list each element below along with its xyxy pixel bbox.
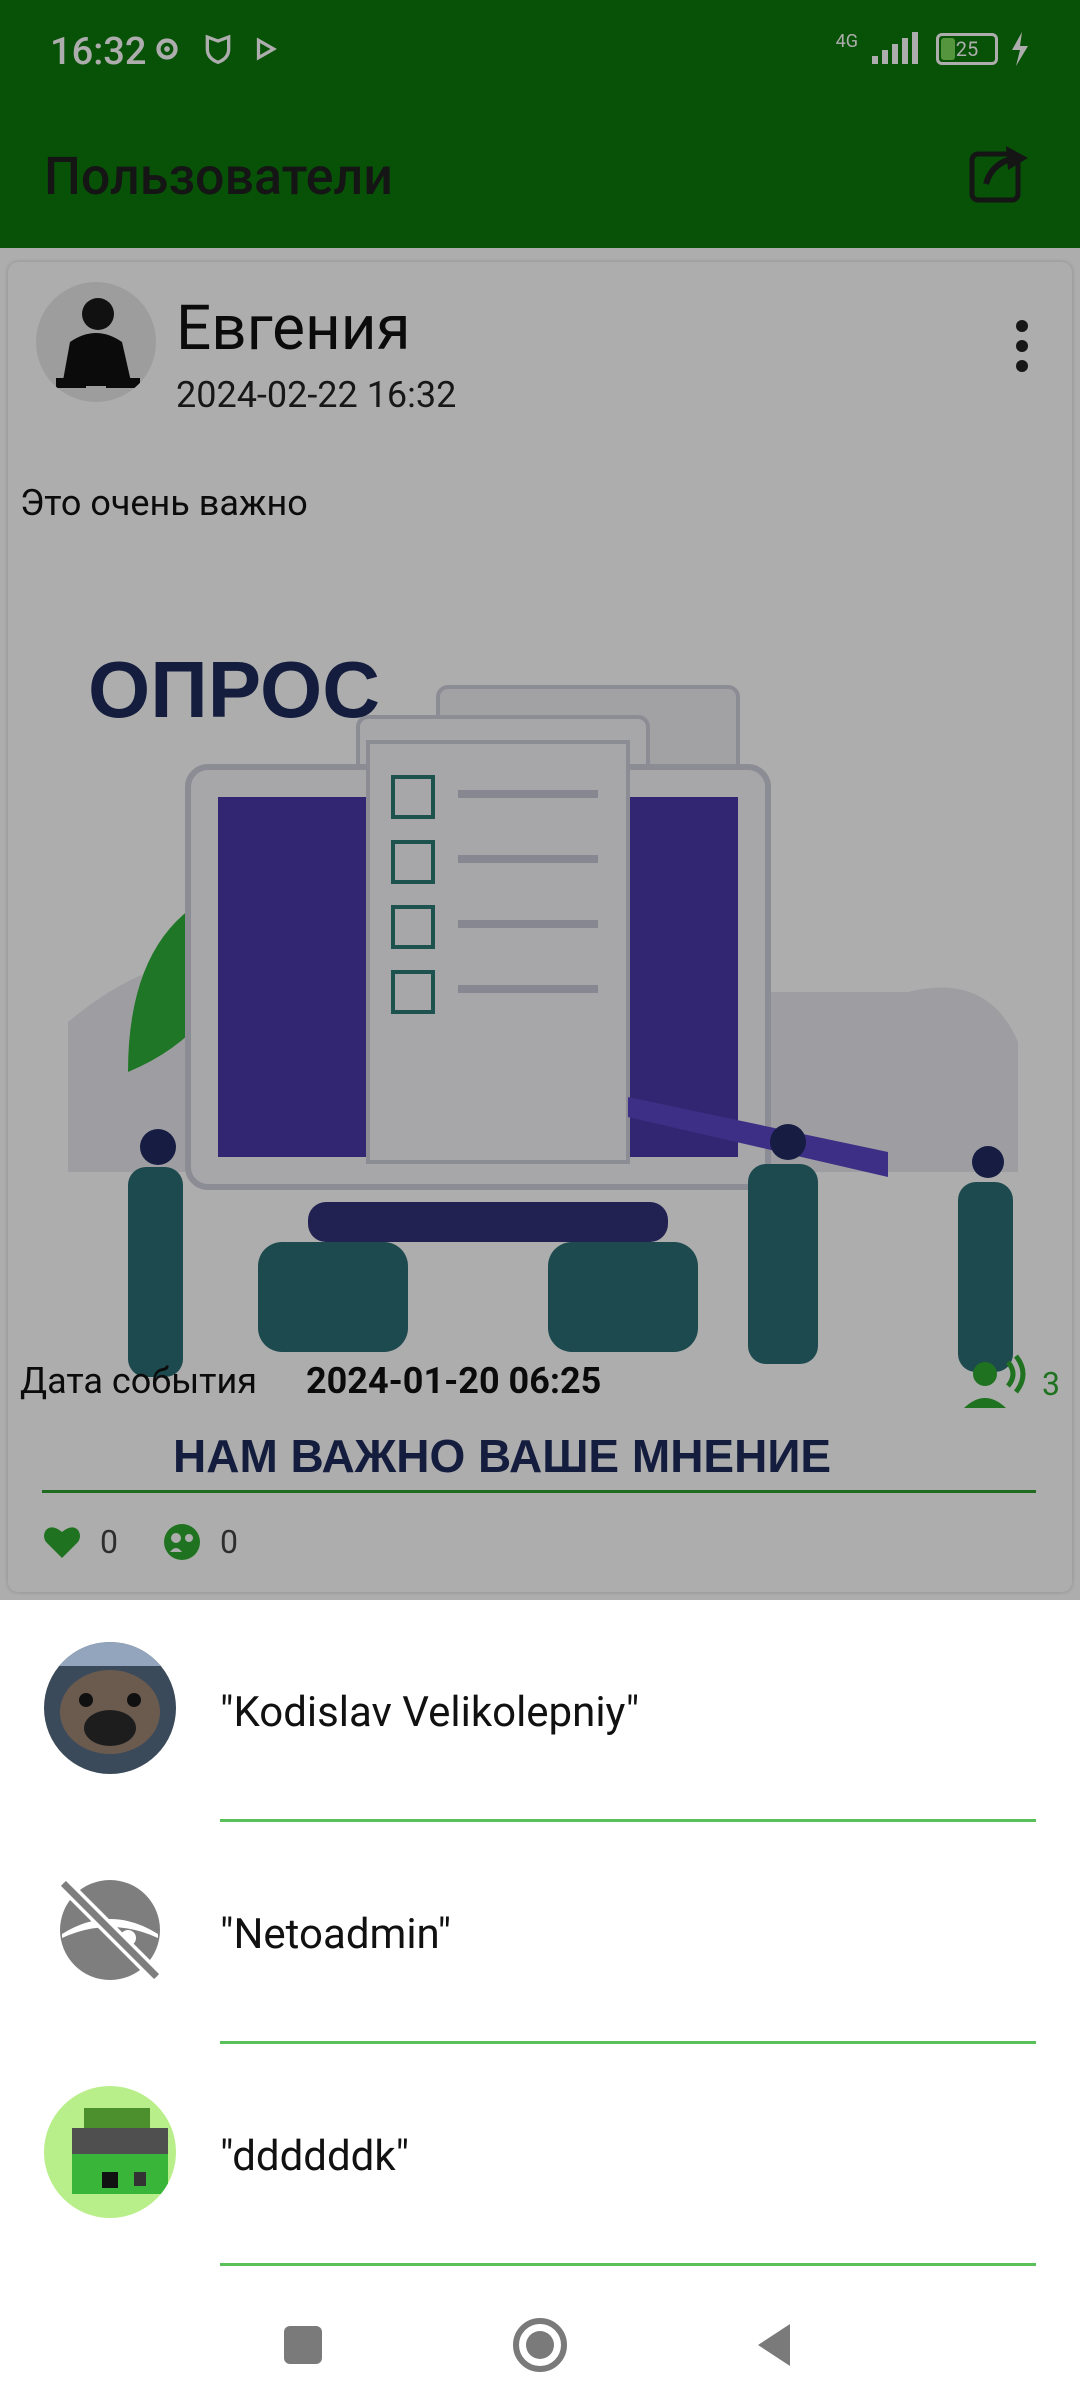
users-bottom-sheet: "Kodislav Velikolepniy" "Netoadmin" "ddd… (0, 1600, 1080, 2400)
back-icon[interactable] (740, 2310, 810, 2380)
recent-apps-icon[interactable] (268, 2310, 338, 2380)
scrim-overlay[interactable] (0, 0, 1080, 1600)
user-name: "Netoadmin" (220, 1910, 452, 1959)
user-row[interactable]: "Kodislav Velikolepniy" (0, 1600, 1080, 1822)
user-name: "Kodislav Velikolepniy" (220, 1688, 640, 1737)
no-avatar-icon (44, 1864, 176, 1996)
navigation-bar (0, 2288, 1080, 2400)
user-name: "ddddddk" (220, 2132, 410, 2181)
user-row[interactable]: "ddddddk" (0, 2044, 1080, 2266)
user-divider (220, 2263, 1036, 2266)
avatar (44, 2086, 176, 2218)
user-row[interactable]: "Netoadmin" (0, 1822, 1080, 2044)
home-icon[interactable] (505, 2310, 575, 2380)
avatar (44, 1642, 176, 1774)
